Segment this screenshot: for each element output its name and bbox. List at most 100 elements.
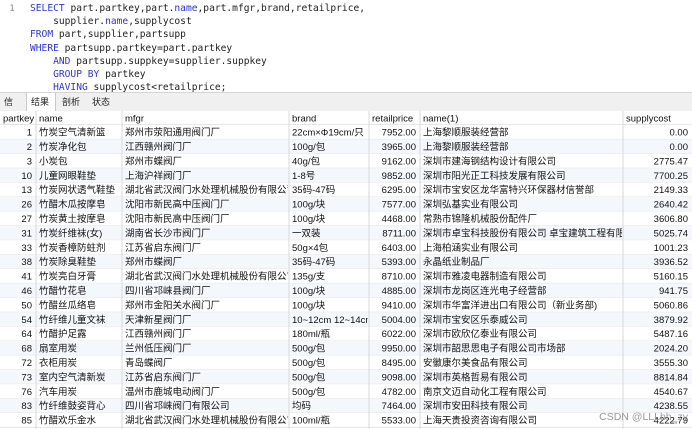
table-cell: 9098.00 (382, 372, 416, 383)
table-cell: 100g/包 (292, 141, 326, 153)
table-cell: 1001.23 (654, 243, 688, 254)
table-cell: 2640.42 (654, 200, 688, 211)
table-cell: 6403.00 (382, 243, 416, 254)
table-cell: 500g/包 (292, 386, 326, 398)
column-header[interactable]: supplycost (626, 114, 671, 125)
sql-token: ,supplycost (128, 16, 192, 28)
table-row[interactable] (0, 341, 692, 356)
table-cell: 均码 (292, 400, 311, 412)
table-cell: 江苏省启东阀门厂 (125, 242, 201, 254)
table-cell: 深圳市雅凌电器制造有限公司 (423, 271, 547, 283)
table-cell: 8495.00 (382, 358, 416, 369)
table-row[interactable] (0, 139, 692, 154)
table-cell: 竹炭纤维袜(女) (39, 227, 102, 239)
table-cell: 深圳市韶思思电子有限公司市场部 (423, 343, 566, 355)
table-row[interactable] (0, 269, 692, 284)
column-header[interactable]: brand (292, 114, 316, 125)
code-line[interactable]: supplier.name,supplycost (0, 15, 692, 29)
code-line[interactable]: FROM part,supplier,partsupp (0, 28, 692, 42)
table-cell: 4885.00 (382, 286, 416, 297)
column-header[interactable]: mfgr (125, 114, 144, 125)
table-cell: 9162.00 (382, 156, 416, 167)
code-line[interactable]: 1 SELECT part.partkey,part.name,part.mfgr… (0, 2, 692, 16)
table-cell: 湖北省武汉阀门水处理机械股份有限公司 (125, 271, 296, 283)
table-cell: 5060.86 (654, 300, 688, 311)
table-row[interactable] (0, 168, 692, 183)
table-cell: 6295.00 (382, 185, 416, 196)
table-cell: 天津新星阀门厂 (125, 314, 192, 326)
table-cell: 青岛蝶阀厂 (125, 357, 173, 369)
code-text: HAVING supplycost<retailprice; (30, 81, 226, 92)
table-cell: 26 (21, 200, 32, 211)
sql-keyword: SELECT (30, 3, 71, 14)
table-row[interactable] (0, 153, 692, 169)
table-cell: 38 (21, 257, 32, 268)
table-row[interactable] (0, 355, 692, 370)
tab-0[interactable]: 信息 (0, 93, 24, 125)
table-row[interactable] (0, 283, 692, 298)
table-cell: 四川省邛崃县阀门厂 (125, 285, 211, 297)
table-row[interactable] (0, 413, 692, 428)
table-cell: 5393.00 (382, 257, 416, 268)
column-header[interactable]: name (39, 114, 63, 125)
code-line[interactable]: HAVING supplycost<retailprice; (0, 81, 692, 92)
table-cell: 江西赣州阀门厂 (125, 141, 192, 153)
table-cell: 7577.00 (382, 200, 416, 211)
table-cell: 深圳市英格哲易有限公司 (423, 371, 528, 383)
table-cell: 深圳市欧欣亿泰业有限公司 (423, 328, 537, 340)
tab-1[interactable]: 结果 1 (26, 93, 56, 125)
sql-keyword: WHERE (30, 42, 65, 54)
table-cell: 深圳市阳光正工科技发展有限公司 (423, 170, 566, 182)
table-cell: 5487.16 (654, 329, 688, 340)
code-line[interactable]: AND partsupp.suppkey=supplier.suppkey (0, 55, 692, 69)
table-cell: 5004.00 (382, 315, 416, 326)
table-cell: 上海天贵投资咨询有限公司 (423, 415, 537, 427)
table-cell: 竹纤维鼓姿背心 (39, 400, 106, 412)
code-line[interactable]: WHERE partsupp.partkey=part.partkey (0, 42, 692, 56)
table-cell: 2775.47 (654, 156, 688, 167)
sql-token: ,part.mfgr,brand,retailprice, (197, 3, 366, 14)
table-cell: 4782.00 (382, 387, 416, 398)
table-cell: 上海柏涵实业有限公司 (423, 242, 518, 254)
table-cell: 3879.92 (654, 315, 688, 326)
tab-2[interactable]: 剖析 (58, 93, 86, 111)
table-cell: 10 (21, 171, 32, 182)
table-cell: 83 (21, 401, 32, 412)
table-cell: 竹炭黄土按摩皂 (39, 213, 106, 225)
tab-3[interactable]: 状态 (88, 93, 118, 111)
sql-keyword: name (105, 16, 129, 28)
table-cell: 50g×4包 (292, 242, 329, 254)
table-cell: 深圳弘基实业有限公司 (423, 199, 518, 211)
code-line[interactable]: GROUP BY partkey (0, 68, 692, 82)
table-cell: 7700.25 (654, 171, 688, 182)
table-row[interactable] (0, 326, 692, 341)
sql-token: supplier. (30, 16, 106, 28)
table-cell: 64 (21, 329, 32, 340)
watermark: CSDN @LLLhh_zy (599, 411, 688, 423)
table-cell: 500g/包 (292, 371, 326, 383)
table-cell: 100g/块 (292, 199, 326, 211)
sql-keyword: HAVING (30, 82, 94, 92)
table-cell: 常熟市锦隆机械股份配件厂 (423, 213, 537, 225)
table-cell: 湖南省长沙市阀门厂 (125, 227, 211, 239)
table-row[interactable] (0, 254, 692, 269)
code-text: supplier.name,supplycost (30, 15, 192, 29)
column-header[interactable]: name(1) (423, 114, 458, 125)
table-row[interactable] (0, 384, 692, 399)
table-cell: 5160.15 (654, 272, 688, 283)
sql-editor[interactable]: 1 SELECT part.partkey,part.name,part.mfgr… (0, 0, 692, 92)
table-cell: 沈阳市新民高中压阀门厂 (125, 199, 230, 211)
result-grid[interactable]: partkey name mfgr brand retailprice name(1) su… (0, 111, 692, 429)
table-cell: 500g/包 (292, 343, 326, 355)
table-cell: 54 (21, 315, 32, 326)
column-header[interactable]: partkey (3, 114, 34, 125)
table-cell: 50 (21, 300, 32, 311)
table-cell: 竹炭净化包 (39, 141, 87, 153)
table-cell: 南京文迈自动化工程有限公司 (423, 386, 547, 398)
table-cell: 35码-47码 (292, 185, 335, 196)
table-cell: 0.00 (670, 128, 689, 139)
column-header[interactable]: retailprice (372, 114, 413, 125)
table-cell: 上海黎顺服装经营部 (423, 127, 509, 139)
sql-token: partkey (105, 69, 146, 80)
table-cell: 安徽康尔美食品有限公司 (423, 357, 528, 369)
